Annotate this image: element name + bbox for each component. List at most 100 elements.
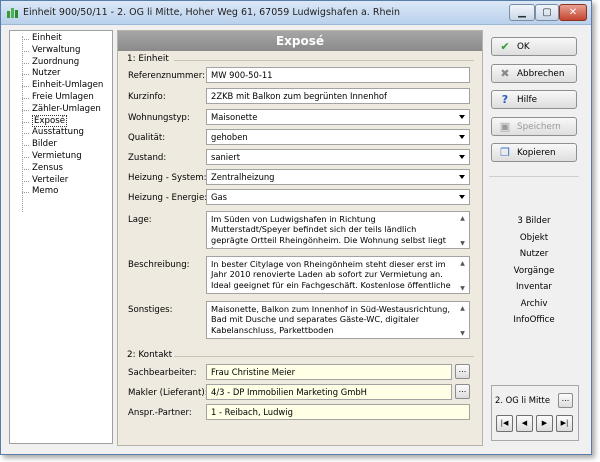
nav-item-label: Nutzer xyxy=(32,68,61,79)
label-sonstiges: Sonstiges: xyxy=(128,305,173,315)
nav-item-label: Verteiler xyxy=(32,174,69,185)
sachbearbeiter-browse-button[interactable]: ... xyxy=(455,364,470,379)
record-navigator: 2. OG li Mitte ... |◀ ◀ ▶ ▶| xyxy=(491,385,579,441)
navigation-tree[interactable]: Einheit Verwaltung Zuordnung Nutzer Einheit-… xyxy=(9,30,113,444)
section-einheit-title: 1: Einheit xyxy=(127,54,169,64)
first-record-button[interactable]: |◀ xyxy=(496,415,513,432)
ansprechpartner-field[interactable]: 1 - Reibach, Ludwig xyxy=(206,404,470,420)
help-button[interactable]: ? Hilfe xyxy=(491,90,577,109)
label-makler: Makler (Lieferant): xyxy=(128,388,208,398)
label-heizung-system: Heizung - System: xyxy=(128,173,207,183)
sonstiges-text: Maisonette, Balkon zum Innenhof in Süd-W… xyxy=(211,304,451,335)
label-heizung-energie: Heizung - Energie: xyxy=(128,193,208,203)
previous-record-button[interactable]: ◀ xyxy=(516,415,533,432)
nav-item-label: Zähler-Umlagen xyxy=(32,103,101,114)
chevron-down-icon xyxy=(459,195,465,199)
label-ansprechpartner: Anspr.-Partner: xyxy=(128,408,192,418)
last-record-button[interactable]: ▶| xyxy=(556,415,573,432)
related-link[interactable]: Archiv xyxy=(491,296,577,313)
referenznummer-input[interactable]: MW 900-50-11 xyxy=(206,67,470,83)
nav-item-label: Einheit-Umlagen xyxy=(32,80,104,91)
ok-label: OK xyxy=(517,41,530,52)
save-label: Speichern xyxy=(517,121,561,132)
lage-textarea[interactable]: Im Süden von Ludwigshafen in Richtung Mu… xyxy=(206,211,470,249)
nav-item[interactable]: Zuordnung xyxy=(10,57,112,69)
expose-header: Exposé xyxy=(118,31,482,51)
zustand-select[interactable]: saniert xyxy=(206,149,470,165)
makler-browse-button[interactable]: ... xyxy=(455,384,470,399)
nav-item[interactable]: Vermietung xyxy=(10,151,112,163)
nav-item[interactable]: Einheit xyxy=(10,33,112,45)
record-label: 2. OG li Mitte xyxy=(495,395,550,405)
label-wohnungstyp: Wohnungstyp: xyxy=(128,113,190,123)
makler-field[interactable]: 4/3 - DP Immobilien Marketing GmbH xyxy=(206,384,452,400)
section-divider xyxy=(174,60,474,61)
wohnungstyp-value: Maisonette xyxy=(211,112,258,122)
nav-item[interactable]: Einheit-Umlagen xyxy=(10,80,112,92)
scroll-down-icon[interactable]: ▼ xyxy=(457,284,468,293)
scroll-down-icon[interactable]: ▼ xyxy=(457,239,468,248)
section-kontakt-title: 2: Kontakt xyxy=(127,350,173,360)
copy-label: Kopieren xyxy=(517,147,556,158)
related-link[interactable]: Vorgänge xyxy=(491,263,577,280)
sachbearbeiter-field[interactable]: Frau Christine Meier xyxy=(206,364,452,380)
label-referenznummer: Referenznummer: xyxy=(128,71,205,81)
help-icon: ? xyxy=(501,93,509,106)
related-link[interactable]: 3 Bilder xyxy=(491,213,577,230)
heizung-system-value: Zentralheizung xyxy=(211,172,275,182)
nav-item[interactable]: Memo xyxy=(10,186,112,198)
nav-item-label: Freie Umlagen xyxy=(32,91,94,102)
label-zustand: Zustand: xyxy=(128,153,167,163)
nav-item[interactable]: Freie Umlagen xyxy=(10,92,112,104)
label-lage: Lage: xyxy=(128,215,152,225)
related-links: 3 Bilder Objekt Nutzer Vorgänge Inventar Arch… xyxy=(491,213,577,343)
nav-item[interactable]: Verwaltung xyxy=(10,45,112,57)
copy-button[interactable]: ❐ Kopieren xyxy=(491,143,577,162)
nav-item-label: Vermietung xyxy=(32,150,82,161)
minimize-button[interactable]: ▁ xyxy=(509,4,535,21)
record-browse-button[interactable]: ... xyxy=(558,393,573,408)
kurzinfo-input[interactable]: 2ZKB mit Balkon zum begrünten Innenhof xyxy=(206,88,470,104)
beschreibung-textarea[interactable]: In bester Citylage von Rheingönheim steh… xyxy=(206,256,470,294)
nav-item-label: Zensus xyxy=(32,162,64,173)
nav-item-label: Bilder xyxy=(32,139,57,150)
save-icon: ▣ xyxy=(499,120,511,133)
heizung-system-select[interactable]: Zentralheizung xyxy=(206,169,470,185)
nav-item[interactable]: Bilder xyxy=(10,139,112,151)
heizung-energie-select[interactable]: Gas xyxy=(206,189,470,205)
cancel-label: Abbrechen xyxy=(517,68,565,79)
scroll-up-icon[interactable]: ▲ xyxy=(457,304,468,314)
nav-item[interactable]: Nutzer xyxy=(10,68,112,80)
related-link[interactable]: Objekt xyxy=(491,230,577,247)
save-button[interactable]: ▣ Speichern xyxy=(491,117,577,136)
next-record-button[interactable]: ▶ xyxy=(536,415,553,432)
cancel-button[interactable]: ✖ Abbrechen xyxy=(491,64,577,83)
maximize-button[interactable]: ▢ xyxy=(535,4,559,21)
scroll-down-icon[interactable]: ▼ xyxy=(457,329,468,338)
scroll-up-icon[interactable]: ▲ xyxy=(457,214,468,224)
nav-item[interactable]: Ausstattung xyxy=(10,127,112,139)
wohnungstyp-select[interactable]: Maisonette xyxy=(206,109,470,125)
nav-item-label: Exposé xyxy=(32,114,67,127)
nav-item-label: Zuordnung xyxy=(32,56,80,67)
title-bar[interactable]: Einheit 900/50/11 - 2. OG li Mitte, Hohe… xyxy=(1,1,591,25)
nav-item[interactable]: Zähler-Umlagen xyxy=(10,104,112,116)
scroll-up-icon[interactable]: ▲ xyxy=(457,259,468,269)
related-link[interactable]: Nutzer xyxy=(491,246,577,263)
label-qualitaet: Qualität: xyxy=(128,133,166,143)
qualitaet-select[interactable]: gehoben xyxy=(206,129,470,145)
nav-item[interactable]: Zensus xyxy=(10,163,112,175)
related-link[interactable]: Inventar xyxy=(491,279,577,296)
heizung-energie-value: Gas xyxy=(211,192,227,202)
section-divider xyxy=(174,356,474,357)
ok-button[interactable]: ✔ OK xyxy=(491,37,577,56)
nav-item[interactable]: Verteiler xyxy=(10,175,112,187)
close-button[interactable]: ✕ xyxy=(559,4,587,21)
sonstiges-textarea[interactable]: Maisonette, Balkon zum Innenhof in Süd-W… xyxy=(206,301,470,339)
nav-list: Einheit Verwaltung Zuordnung Nutzer Einheit-… xyxy=(10,31,112,198)
help-label: Hilfe xyxy=(517,94,538,105)
related-link[interactable]: InfoOffice xyxy=(491,312,577,329)
chevron-down-icon xyxy=(459,135,465,139)
button-separator xyxy=(489,176,579,177)
nav-item[interactable]: Exposé xyxy=(10,114,112,128)
